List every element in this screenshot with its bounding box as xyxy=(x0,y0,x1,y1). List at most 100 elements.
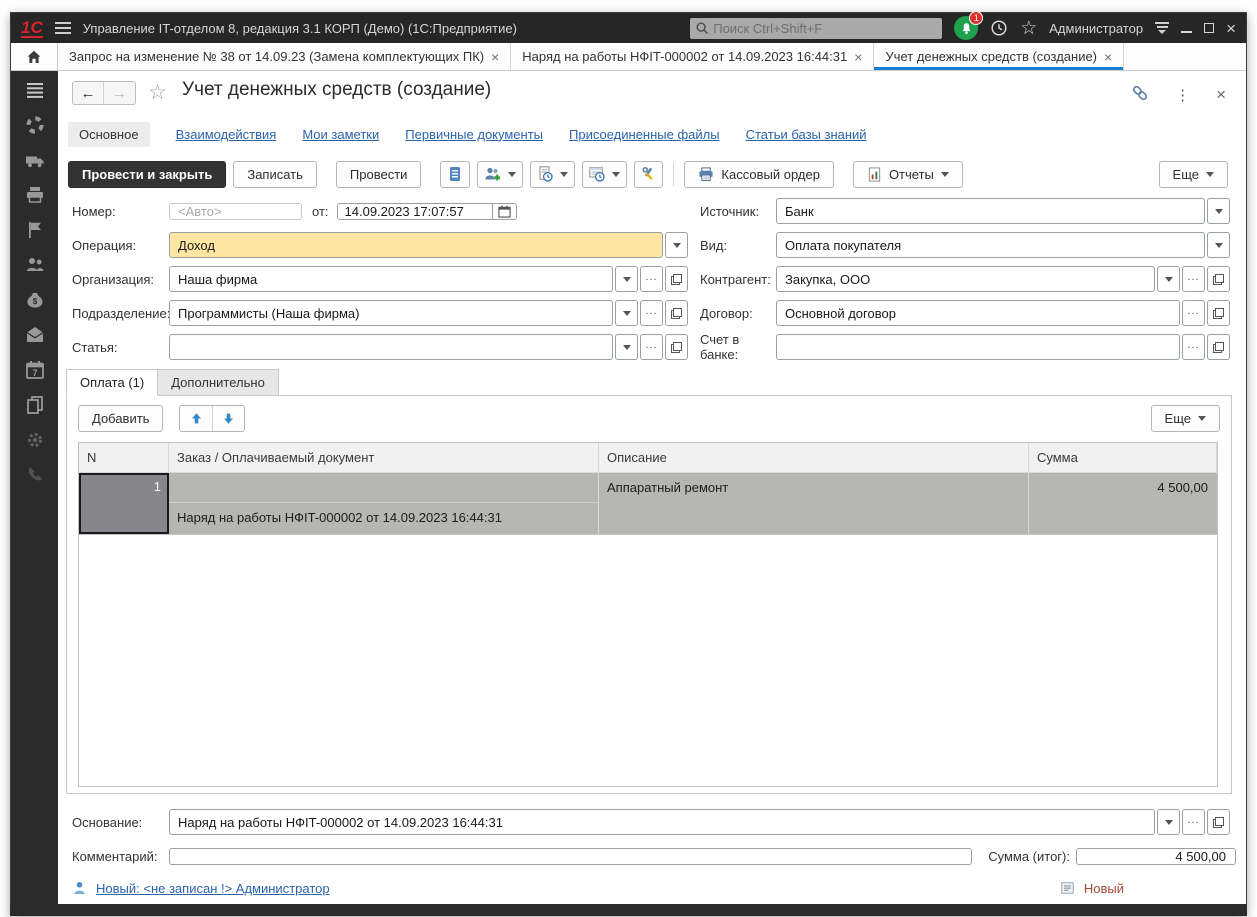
move-down-button[interactable] xyxy=(212,406,244,431)
date-input[interactable] xyxy=(338,204,492,219)
mail-icon[interactable] xyxy=(24,324,46,346)
navlink-main[interactable]: Основное xyxy=(68,122,150,147)
cell-sum[interactable]: 4 500,00 xyxy=(1029,473,1217,534)
settings-gear-icon[interactable] xyxy=(24,429,46,451)
calendar-icon[interactable]: 7 xyxy=(24,359,46,381)
tab-cash-accounting[interactable]: Учет денежных средств (создание) × xyxy=(874,43,1124,70)
document-schedule-menu-button[interactable] xyxy=(530,161,575,188)
grid-more-button[interactable]: Еще xyxy=(1151,405,1220,432)
main-menu-icon[interactable] xyxy=(55,22,71,34)
tab-close-icon[interactable]: × xyxy=(491,49,499,65)
bank-account-choose-button[interactable]: ... xyxy=(1182,334,1205,360)
discussions-icon[interactable] xyxy=(1155,22,1169,33)
move-up-button[interactable] xyxy=(180,406,212,431)
tab-close-icon[interactable]: × xyxy=(854,49,862,65)
employees-icon[interactable] xyxy=(24,254,46,276)
more-menu-icon[interactable]: ⋮ xyxy=(1175,86,1190,104)
source-input[interactable] xyxy=(776,198,1205,224)
counterparty-open-button[interactable] xyxy=(1207,266,1230,292)
current-user[interactable]: Администратор xyxy=(1049,21,1143,36)
operation-input[interactable] xyxy=(169,232,663,258)
contract-input[interactable] xyxy=(776,300,1180,326)
navlink-primary-docs[interactable]: Первичные документы xyxy=(405,127,543,142)
post-button[interactable]: Провести xyxy=(336,161,422,188)
counterparty-input[interactable] xyxy=(776,266,1155,292)
department-dropdown-button[interactable] xyxy=(615,300,638,326)
tab-close-icon[interactable]: × xyxy=(1104,49,1112,65)
base-open-button[interactable] xyxy=(1207,809,1230,835)
article-choose-button[interactable]: ... xyxy=(640,334,663,360)
counterparty-dropdown-button[interactable] xyxy=(1157,266,1180,292)
operation-dropdown-button[interactable] xyxy=(665,232,688,258)
more-actions-button[interactable]: Еще xyxy=(1159,161,1228,188)
tab-additional[interactable]: Дополнительно xyxy=(158,369,279,396)
menu-icon[interactable] xyxy=(24,79,46,101)
article-input[interactable] xyxy=(169,334,613,360)
department-open-button[interactable] xyxy=(665,300,688,326)
maximize-icon[interactable] xyxy=(1204,23,1214,33)
source-dropdown-button[interactable] xyxy=(1207,198,1230,224)
tab-home[interactable] xyxy=(11,43,58,70)
cash-order-button[interactable]: Кассовый ордер xyxy=(684,161,834,188)
list-schedule-menu-button[interactable] xyxy=(582,161,627,188)
navlink-interactions[interactable]: Взаимодействия xyxy=(176,127,277,142)
contract-open-button[interactable] xyxy=(1207,300,1230,326)
post-and-close-button[interactable]: Провести и закрыть xyxy=(68,161,226,188)
navlink-notes[interactable]: Мои заметки xyxy=(302,127,379,142)
add-row-button[interactable]: Добавить xyxy=(78,405,163,432)
reports-menu-button[interactable]: Отчеты xyxy=(853,161,963,188)
service-tools-button[interactable] xyxy=(634,161,663,188)
cell-order[interactable] xyxy=(169,473,598,503)
global-search[interactable] xyxy=(690,18,942,39)
back-button[interactable]: ← xyxy=(73,82,104,104)
get-link-icon[interactable] xyxy=(1131,84,1149,105)
forward-button[interactable]: → xyxy=(104,82,135,104)
tab-change-request[interactable]: Запрос на изменение № 38 от 14.09.23 (За… xyxy=(58,43,511,70)
support-phone-icon[interactable] xyxy=(24,464,46,486)
save-button[interactable]: Записать xyxy=(233,161,317,188)
notifications-icon[interactable]: 1 xyxy=(954,16,978,40)
cell-order-doc[interactable]: Наряд на работы НФIT-000002 от 14.09.202… xyxy=(169,473,599,534)
status-link[interactable]: Новый: <не записан !> Администратор xyxy=(96,881,330,896)
comment-input[interactable] xyxy=(169,848,972,865)
assign-user-menu-button[interactable] xyxy=(477,161,523,188)
base-input[interactable] xyxy=(169,809,1155,835)
cell-paid-document[interactable]: Наряд на работы НФIT-000002 от 14.09.202… xyxy=(169,503,598,534)
organization-open-button[interactable] xyxy=(665,266,688,292)
organization-input[interactable] xyxy=(169,266,613,292)
search-input[interactable] xyxy=(713,21,937,36)
print-icon[interactable] xyxy=(24,184,46,206)
article-open-button[interactable] xyxy=(665,334,688,360)
favorites-icon[interactable]: ☆ xyxy=(1020,17,1037,40)
table-row[interactable]: 1 Наряд на работы НФIT-000002 от 14.09.2… xyxy=(79,473,1217,535)
department-input[interactable] xyxy=(169,300,613,326)
col-order-doc[interactable]: Заказ / Оплачиваемый документ xyxy=(169,443,599,473)
col-description[interactable]: Описание xyxy=(599,443,1029,473)
col-sum[interactable]: Сумма xyxy=(1029,443,1217,473)
register-records-button[interactable] xyxy=(440,161,470,188)
total-input[interactable] xyxy=(1076,848,1236,865)
contract-choose-button[interactable]: ... xyxy=(1182,300,1205,326)
kind-dropdown-button[interactable] xyxy=(1207,232,1230,258)
base-dropdown-button[interactable] xyxy=(1157,809,1180,835)
organization-dropdown-button[interactable] xyxy=(615,266,638,292)
delivery-icon[interactable] xyxy=(24,149,46,171)
bank-account-input[interactable] xyxy=(776,334,1180,360)
documents-icon[interactable] xyxy=(24,394,46,416)
cell-row-number[interactable]: 1 xyxy=(79,473,169,534)
minimize-icon[interactable] xyxy=(1181,31,1192,33)
tab-work-order[interactable]: Наряд на работы НФIT-000002 от 14.09.202… xyxy=(511,43,874,70)
navlink-kb-articles[interactable]: Статьи базы знаний xyxy=(746,127,867,142)
cell-description[interactable]: Аппаратный ремонт xyxy=(599,473,1029,534)
article-dropdown-button[interactable] xyxy=(615,334,638,360)
form-close-icon[interactable]: × xyxy=(1216,85,1226,105)
history-icon[interactable] xyxy=(990,19,1008,37)
calendar-picker-button[interactable] xyxy=(492,204,516,219)
counterparty-choose-button[interactable]: ... xyxy=(1182,266,1205,292)
kind-input[interactable] xyxy=(776,232,1205,258)
col-n[interactable]: N xyxy=(79,443,169,473)
bank-account-open-button[interactable] xyxy=(1207,334,1230,360)
department-choose-button[interactable]: ... xyxy=(640,300,663,326)
base-choose-button[interactable]: ... xyxy=(1182,809,1205,835)
organization-choose-button[interactable]: ... xyxy=(640,266,663,292)
